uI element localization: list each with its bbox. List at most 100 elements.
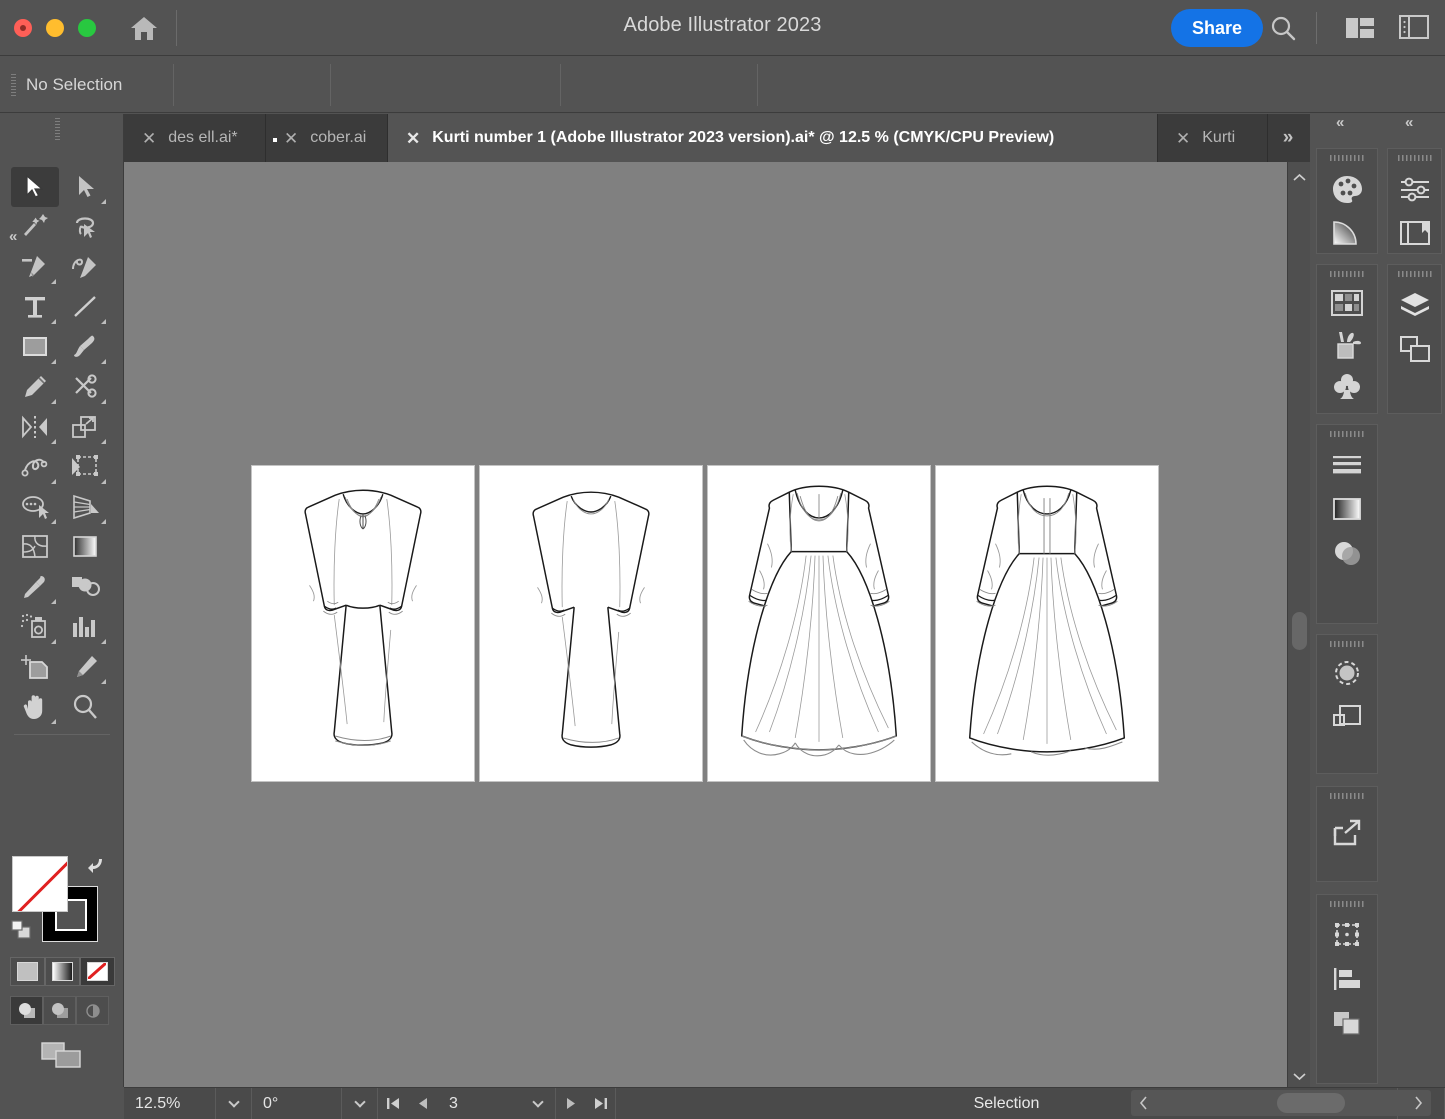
stroke-panel-icon[interactable] (1325, 443, 1369, 487)
perspective-grid-tool[interactable] (61, 487, 109, 527)
mesh-tool[interactable] (11, 527, 59, 567)
draw-normal[interactable] (10, 996, 43, 1025)
panel-group-grip[interactable] (1330, 271, 1364, 277)
rotation-input[interactable]: 0° (252, 1088, 342, 1119)
flat-color-mode[interactable] (10, 957, 45, 986)
gradient-mode[interactable] (45, 957, 80, 986)
selection-tool[interactable] (11, 167, 59, 207)
column-graph-tool[interactable] (61, 607, 109, 647)
paintbrush-tool[interactable] (61, 327, 109, 367)
close-icon[interactable]: ✕ (1176, 130, 1190, 147)
magic-wand-tool[interactable] (11, 207, 59, 247)
color-guide-panel-icon[interactable] (1325, 211, 1369, 255)
panel-group-grip[interactable] (1330, 793, 1364, 799)
panel-group-grip[interactable] (1330, 641, 1364, 647)
scroll-down-icon[interactable] (1293, 1068, 1306, 1078)
close-icon[interactable]: ✕ (284, 130, 298, 147)
document-tab-2[interactable]: ✕ Kurti number 1 (Adobe Illustrator 2023… (388, 114, 1158, 162)
default-fill-stroke-icon[interactable] (11, 920, 33, 940)
direct-selection-tool[interactable] (61, 167, 109, 207)
curvature-tool[interactable] (61, 247, 109, 287)
panel-group-grip[interactable] (1398, 155, 1432, 161)
transform-panel-icon[interactable] (1325, 913, 1369, 957)
canvas-area[interactable] (124, 162, 1287, 1087)
brushes-panel-icon[interactable] (1325, 323, 1369, 367)
panel-group-grip[interactable] (1398, 271, 1432, 277)
control-bar-grip[interactable] (11, 74, 16, 96)
symbol-sprayer-tool[interactable] (11, 607, 59, 647)
change-screen-mode[interactable] (40, 1039, 80, 1069)
blend-tool[interactable] (61, 567, 109, 607)
collapse-rail-a-icon[interactable]: « (1336, 114, 1344, 131)
transparency-panel-icon[interactable] (1325, 531, 1369, 575)
search-icon[interactable] (1269, 14, 1297, 42)
document-tab-0[interactable]: ✕ des ell.ai* (124, 114, 266, 162)
free-transform-tool[interactable] (61, 447, 109, 487)
gradient-panel-icon[interactable] (1325, 487, 1369, 531)
collapse-rail-b-icon[interactable]: « (1405, 114, 1413, 131)
fill-color-proxy[interactable] (12, 856, 68, 912)
slice-tool[interactable] (61, 647, 109, 687)
artboards-panel-icon[interactable] (1393, 327, 1437, 371)
kurti-front-flat-sketch[interactable] (251, 465, 475, 782)
gradient-tool[interactable] (61, 527, 109, 567)
scroll-up-icon[interactable] (1293, 170, 1306, 180)
panel-group-grip[interactable] (1330, 431, 1364, 437)
shape-builder-tool[interactable] (11, 487, 59, 527)
zoom-tool[interactable] (61, 687, 109, 727)
appearance-panel-icon[interactable] (1325, 651, 1369, 695)
document-tab-1[interactable]: ✕ cober.ai (266, 114, 388, 162)
anarkali-back-flat-sketch[interactable] (935, 465, 1159, 782)
type-tool[interactable] (11, 287, 59, 327)
zoom-level-dropdown[interactable] (216, 1088, 252, 1119)
scale-tool[interactable] (61, 407, 109, 447)
scroll-left-icon[interactable] (1131, 1096, 1157, 1110)
first-artboard-icon[interactable] (378, 1088, 408, 1119)
lasso-tool[interactable] (61, 207, 109, 247)
scissors-tool[interactable] (61, 367, 109, 407)
eyedropper-tool[interactable] (11, 567, 59, 607)
rotate-reflect-tool[interactable] (11, 407, 59, 447)
pathfinder-panel-icon[interactable] (1325, 1001, 1369, 1045)
artboard-tool[interactable] (11, 647, 59, 687)
canvas-horizontal-scrollbar[interactable] (1131, 1090, 1431, 1116)
artboard-number-dropdown[interactable] (520, 1088, 556, 1119)
properties-panel-icon[interactable] (1399, 14, 1429, 42)
swap-fill-stroke-icon[interactable] (84, 854, 106, 874)
close-icon[interactable]: ✕ (406, 130, 420, 147)
hand-tool[interactable] (11, 687, 59, 727)
last-artboard-icon[interactable] (586, 1088, 616, 1119)
vertical-scroll-thumb[interactable] (1292, 612, 1307, 650)
asset-export-panel-icon[interactable] (1325, 811, 1369, 855)
scroll-right-icon[interactable] (1405, 1096, 1431, 1110)
tab-overflow-button[interactable]: » (1266, 114, 1310, 162)
graphic-styles-panel-icon[interactable] (1325, 695, 1369, 739)
pen-tool[interactable] (11, 247, 59, 287)
line-segment-tool[interactable] (61, 287, 109, 327)
layers-panel-icon[interactable] (1393, 283, 1437, 327)
kurti-back-flat-sketch[interactable] (479, 465, 703, 782)
libraries-panel-icon[interactable] (1393, 211, 1437, 255)
properties-panel-icon[interactable] (1393, 167, 1437, 211)
document-tab-3[interactable]: ✕ Kurti (1158, 114, 1268, 162)
share-button[interactable]: Share (1171, 9, 1263, 47)
color-panel-icon[interactable] (1325, 167, 1369, 211)
tools-panel-grip[interactable] (55, 118, 60, 140)
swatches-panel-icon[interactable] (1325, 281, 1369, 325)
align-panel-icon[interactable] (1325, 957, 1369, 1001)
close-icon[interactable]: ✕ (142, 130, 156, 147)
rectangle-tool[interactable] (11, 327, 59, 367)
draw-behind[interactable] (43, 996, 76, 1025)
symbols-panel-icon[interactable] (1325, 365, 1369, 409)
panel-group-grip[interactable] (1330, 155, 1364, 161)
width-tool[interactable] (11, 447, 59, 487)
artboard-number-input[interactable]: 3 (438, 1088, 520, 1119)
draw-inside[interactable] (76, 996, 109, 1025)
anarkali-front-flat-sketch[interactable] (707, 465, 931, 782)
arrange-documents-icon[interactable] (1345, 15, 1375, 41)
rotation-dropdown[interactable] (342, 1088, 378, 1119)
prev-artboard-icon[interactable] (408, 1088, 438, 1119)
pencil-tool[interactable] (11, 367, 59, 407)
next-artboard-icon[interactable] (556, 1088, 586, 1119)
panel-group-grip[interactable] (1330, 901, 1364, 907)
